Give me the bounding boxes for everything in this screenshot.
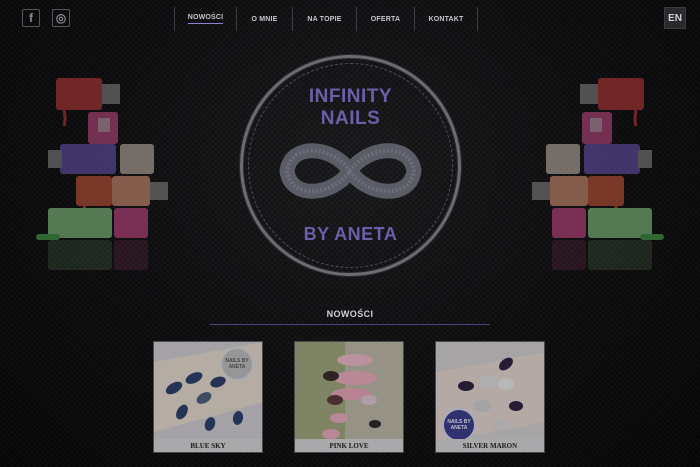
card-caption: PINK LOVE <box>295 439 403 452</box>
logo-subtitle: BY ANETA <box>303 224 398 244</box>
nav-item-o-mnie[interactable]: O MNIE <box>236 7 292 31</box>
language-switch-button[interactable]: EN <box>664 7 686 29</box>
nav-item-label: NA TOPIE <box>307 15 342 23</box>
facebook-icon[interactable]: f <box>22 9 40 27</box>
gallery-card-silver-maron[interactable]: NAILS BY ANETA SILVER MARON <box>435 341 545 453</box>
gallery-card-blue-sky[interactable]: NAILS BY ANETA BLUE SKY <box>153 341 263 453</box>
section-title: NOWOŚCI <box>326 309 374 319</box>
image-overlay <box>154 342 262 452</box>
section-divider <box>210 324 490 325</box>
nav-item-oferta[interactable]: OFERTA <box>356 7 414 31</box>
logo-line-2: NAILS <box>320 108 381 129</box>
main-nav: NOWOŚCI O MNIE NA TOPIE OFERTA KONTAKT <box>174 7 478 31</box>
news-gallery: NAILS BY ANETA BLUE SKY PINK LOVE NAILS … <box>153 341 545 453</box>
nav-item-label: O MNIE <box>251 15 278 23</box>
nav-item-kontakt[interactable]: KONTAKT <box>414 7 478 31</box>
nav-item-na-topie[interactable]: NA TOPIE <box>292 7 356 31</box>
card-caption: BLUE SKY <box>154 439 262 452</box>
nail-polish-stack-right <box>532 78 664 270</box>
nav-item-label: NOWOŚCI <box>187 14 224 24</box>
logo-title: INFINITY NAILS <box>243 86 458 130</box>
instagram-icon[interactable]: ◎ <box>52 9 70 27</box>
image-overlay <box>436 342 544 452</box>
brand-logo[interactable]: INFINITY NAILS BY ANETA <box>240 55 461 276</box>
infinity-icon <box>279 143 422 199</box>
card-caption: SILVER MARON <box>436 439 544 452</box>
nav-item-label: KONTAKT <box>428 15 464 23</box>
nav-item-nowosci[interactable]: NOWOŚCI <box>174 7 236 31</box>
nav-item-label: OFERTA <box>370 15 401 23</box>
nail-polish-stack-left <box>36 78 168 270</box>
logo-line-1: INFINITY <box>308 86 393 107</box>
image-overlay <box>295 342 403 452</box>
social-links: f ◎ <box>22 9 70 27</box>
gallery-card-pink-love[interactable]: PINK LOVE <box>294 341 404 453</box>
